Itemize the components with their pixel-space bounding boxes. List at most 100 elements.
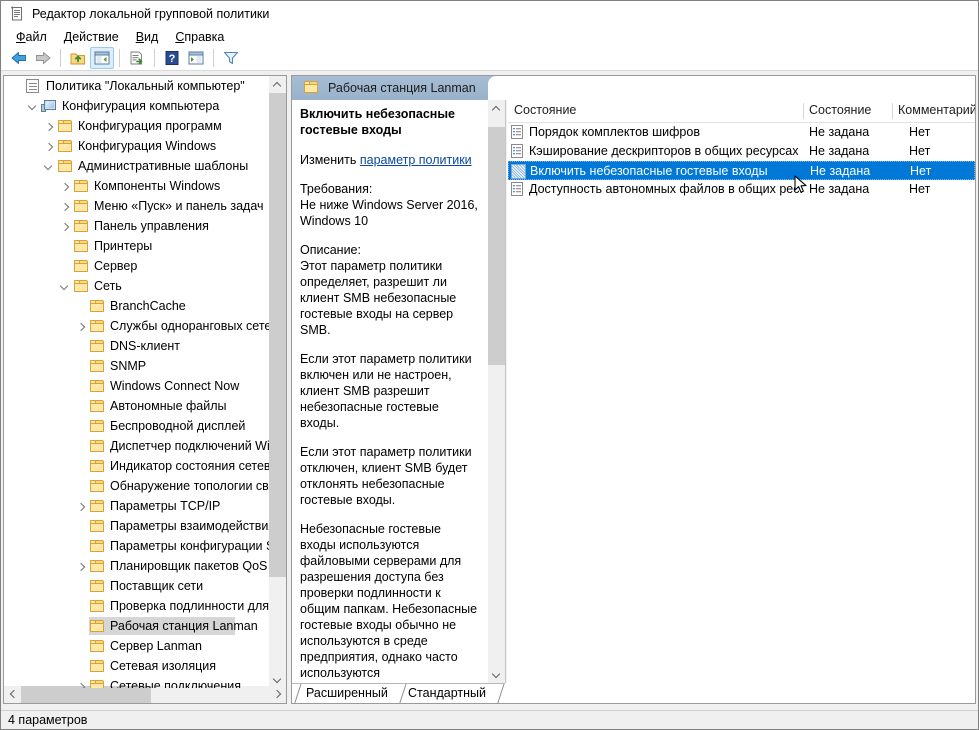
chevron-down-icon[interactable] xyxy=(41,158,57,174)
chevron-right-icon[interactable] xyxy=(73,678,89,688)
column-divider-1[interactable] xyxy=(803,103,804,119)
table-row[interactable]: Кэширование дескрипторов в общих ресурса… xyxy=(508,142,975,161)
folder-icon xyxy=(89,618,105,634)
tree-hscroll-thumb[interactable] xyxy=(21,686,151,703)
tree-scroll-left-button[interactable] xyxy=(4,686,21,703)
view-tabs: Расширенный Стандартный xyxy=(292,683,505,704)
tree-item-13[interactable]: DNS-клиент xyxy=(4,336,269,356)
tree-item-27[interactable]: Рабочая станция Lanman xyxy=(4,616,269,636)
tree-scroll-up-button[interactable] xyxy=(269,76,286,93)
tree-item-label: Поставщик сети xyxy=(110,578,203,594)
tree-item-23[interactable]: Параметры конфигурации SSI xyxy=(4,536,269,556)
edit-policy-setting-link[interactable]: параметр политики xyxy=(360,153,472,167)
tree-viewport[interactable]: Политика "Локальный компьютер" Конфигурац… xyxy=(4,76,269,688)
tree-item-28[interactable]: Сервер Lanman xyxy=(4,636,269,656)
table-row[interactable]: Доступность автономных файлов в общих ре… xyxy=(508,180,975,199)
show-console-tree-icon[interactable] xyxy=(184,47,208,69)
chevron-right-icon[interactable] xyxy=(73,498,89,514)
column-divider-2[interactable] xyxy=(892,103,893,119)
menu-file[interactable]: Файл xyxy=(8,29,56,45)
tree-item-22[interactable]: Параметры взаимодействия к xyxy=(4,516,269,536)
spacer xyxy=(300,431,480,444)
column-comment[interactable]: Комментарий xyxy=(892,100,975,121)
tree-item-30[interactable]: Сетевые подключения xyxy=(4,676,269,688)
tree-item-24[interactable]: Планировщик пакетов QoS xyxy=(4,556,269,576)
table-row[interactable]: Порядок комплектов шифровНе заданаНет xyxy=(508,123,975,142)
tree-item-9[interactable]: Сервер xyxy=(4,256,269,276)
tree-expander-spacer xyxy=(73,538,89,554)
tree-item-3[interactable]: Конфигурация Windows xyxy=(4,136,269,156)
edit-prefix-text: Изменить xyxy=(300,153,360,167)
chevron-right-icon[interactable] xyxy=(57,218,73,234)
tree-item-14[interactable]: SNMP xyxy=(4,356,269,376)
tree-item-25[interactable]: Поставщик сети xyxy=(4,576,269,596)
tree-item-1[interactable]: Конфигурация компьютера xyxy=(4,96,269,116)
tab-extended[interactable]: Расширенный xyxy=(294,684,400,703)
tree-item-4[interactable]: Административные шаблоны xyxy=(4,156,269,176)
chevron-right-icon[interactable] xyxy=(57,198,73,214)
forward-arrow-icon[interactable] xyxy=(31,47,55,69)
requirements-text: Не ниже Windows Server 2016, Windows 10 xyxy=(300,197,480,229)
description-vertical-scrollbar[interactable] xyxy=(488,100,505,683)
show-hide-tree-icon[interactable] xyxy=(90,47,114,69)
tree-item-10[interactable]: Сеть xyxy=(4,276,269,296)
tree-item-16[interactable]: Автономные файлы xyxy=(4,396,269,416)
cell-comment: Нет xyxy=(909,123,974,142)
tree-item-7[interactable]: Панель управления xyxy=(4,216,269,236)
filter-icon[interactable] xyxy=(219,47,243,69)
tab-standard[interactable]: Стандартный xyxy=(396,684,498,703)
column-setting[interactable]: Состояние xyxy=(508,100,803,121)
tree-vertical-scrollbar[interactable] xyxy=(269,76,286,688)
pane-splitter[interactable] xyxy=(505,100,507,683)
cell-state: Не задана xyxy=(809,142,890,161)
tree-item-15[interactable]: Windows Connect Now xyxy=(4,376,269,396)
tree-horizontal-scrollbar[interactable] xyxy=(4,686,286,703)
tree-item-12[interactable]: Службы одноранговых сетей xyxy=(4,316,269,336)
up-folder-icon[interactable] xyxy=(66,47,90,69)
tree-item-0[interactable]: Политика "Локальный компьютер" xyxy=(4,76,269,96)
chevron-down-icon xyxy=(492,670,501,679)
tree-item-17[interactable]: Беспроводной дисплей xyxy=(4,416,269,436)
menu-action[interactable]: Действие xyxy=(56,29,128,45)
chevron-right-icon[interactable] xyxy=(57,178,73,194)
chevron-right-icon[interactable] xyxy=(41,138,57,154)
tree-item-19[interactable]: Индикатор состояния сетевог xyxy=(4,456,269,476)
tree-item-6[interactable]: Меню «Пуск» и панель задач xyxy=(4,196,269,216)
back-arrow-icon[interactable] xyxy=(7,47,31,69)
tree-item-8[interactable]: Принтеры xyxy=(4,236,269,256)
folder-icon xyxy=(73,218,89,234)
description-scroll-thumb[interactable] xyxy=(488,127,505,365)
tree-item-label: DNS-клиент xyxy=(110,338,180,354)
policy-setting-icon xyxy=(510,144,526,159)
tree-item-21[interactable]: Параметры TCP/IP xyxy=(4,496,269,516)
chevron-down-icon[interactable] xyxy=(57,278,73,294)
tree-scroll-thumb[interactable] xyxy=(269,93,286,577)
column-state[interactable]: Состояние xyxy=(803,100,892,121)
menu-help[interactable]: Справка xyxy=(167,29,233,45)
tree-expander-spacer xyxy=(73,518,89,534)
chevron-right-icon[interactable] xyxy=(41,118,57,134)
description-scroll-up-button[interactable] xyxy=(488,100,505,117)
cell-comment: Нет xyxy=(909,180,974,199)
tree-item-5[interactable]: Компоненты Windows xyxy=(4,176,269,196)
chevron-right-icon[interactable] xyxy=(73,558,89,574)
tree-item-11[interactable]: BranchCache xyxy=(4,296,269,316)
description-paragraph-3: Небезопасные гостевые входы используются… xyxy=(300,521,480,683)
chevron-down-icon[interactable] xyxy=(25,98,41,114)
menu-view[interactable]: Вид xyxy=(128,29,168,45)
tree-scroll-right-button[interactable] xyxy=(269,686,286,703)
tree-item-20[interactable]: Обнаружение топологии связ xyxy=(4,476,269,496)
help-icon[interactable]: ? xyxy=(160,47,184,69)
list-body[interactable]: Порядок комплектов шифровНе заданаНетКэш… xyxy=(508,123,975,199)
tree-item-29[interactable]: Сетевая изоляция xyxy=(4,656,269,676)
spacer xyxy=(300,229,480,242)
table-row[interactable]: Включить небезопасные гостевые входыНе з… xyxy=(508,161,975,180)
tree-item-2[interactable]: Конфигурация программ xyxy=(4,116,269,136)
tree-item-26[interactable]: Проверка подлинности для те xyxy=(4,596,269,616)
tree-item-18[interactable]: Диспетчер подключений Win xyxy=(4,436,269,456)
tree-item-label: Панель управления xyxy=(94,218,209,234)
export-list-icon[interactable] xyxy=(125,47,149,69)
description-scroll-down-button[interactable] xyxy=(488,666,505,683)
chevron-right-icon[interactable] xyxy=(73,318,89,334)
tree-item-label: Конфигурация компьютера xyxy=(62,98,219,114)
